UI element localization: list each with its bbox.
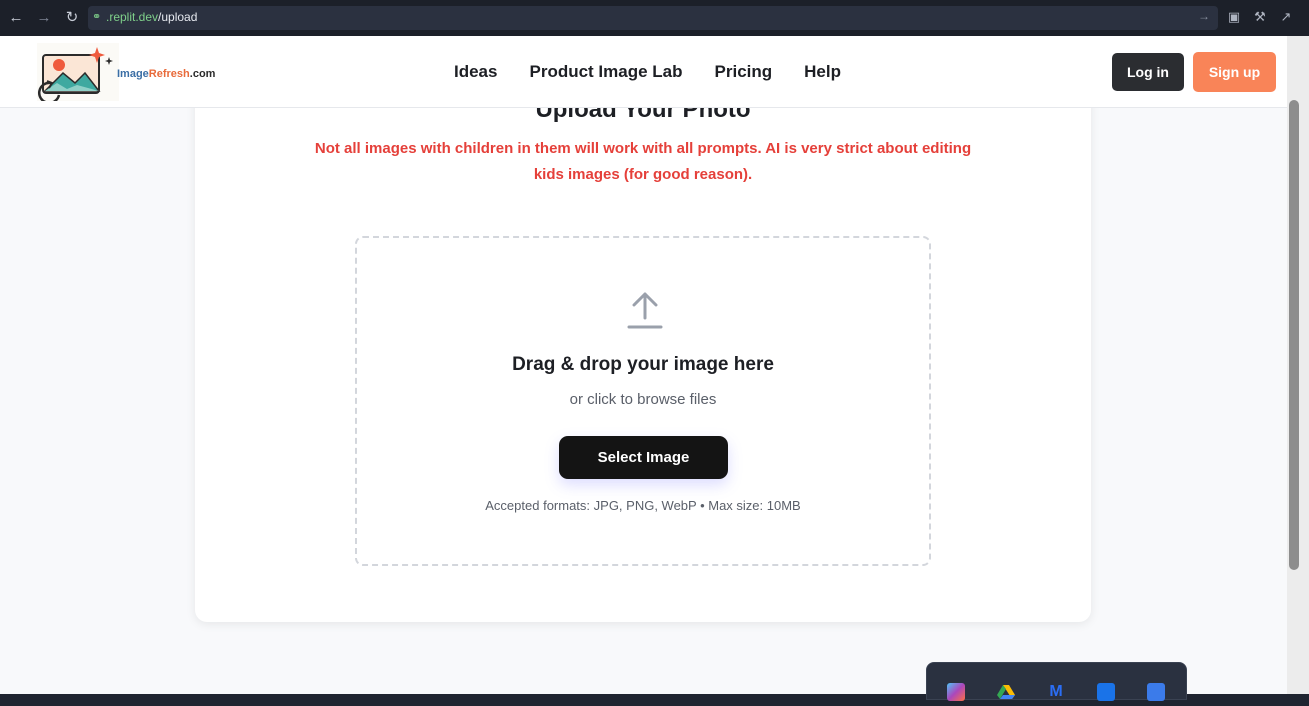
apps-icon[interactable] — [1147, 683, 1165, 701]
logo[interactable]: ImageRefresh.com — [37, 43, 215, 101]
address-bar[interactable]: ⚭ .replit.dev/upload → — [88, 6, 1218, 30]
nav-pricing[interactable]: Pricing — [715, 62, 773, 82]
logo-text: ImageRefresh.com — [117, 68, 216, 80]
dropzone-subtitle: or click to browse files — [569, 391, 717, 408]
dropzone[interactable]: Drag & drop your image here or click to … — [355, 236, 931, 566]
nav-ideas[interactable]: Ideas — [454, 62, 497, 82]
google-drive-icon[interactable] — [997, 683, 1015, 701]
nav-product-image-lab[interactable]: Product Image Lab — [529, 62, 682, 82]
nav-help[interactable]: Help — [804, 62, 841, 82]
back-icon[interactable]: ← — [6, 8, 26, 28]
outlook-icon[interactable] — [1097, 683, 1115, 701]
malwarebytes-icon[interactable]: M — [1047, 683, 1065, 701]
children-warning: Not all images with children in them wil… — [314, 140, 972, 183]
wrench-icon[interactable]: ⚒ — [1252, 9, 1268, 25]
copilot-icon[interactable] — [947, 683, 965, 701]
reload-icon[interactable]: ↻ — [62, 8, 82, 28]
site-header: ImageRefresh.com Ideas Product Image Lab… — [0, 36, 1287, 108]
browser-toolbar: ← → ↻ ⚭ .replit.dev/upload → ▣ ⚒ ↗ — [0, 0, 1309, 36]
dropzone-title: Drag & drop your image here — [512, 354, 774, 375]
url-text: .replit.dev/upload — [106, 10, 198, 24]
upload-icon — [627, 292, 663, 329]
scrollbar-thumb[interactable] — [1289, 100, 1299, 570]
logo-image-icon — [37, 43, 119, 101]
main-nav: Ideas Product Image Lab Pricing Help — [454, 62, 841, 82]
go-arrow-icon[interactable]: → — [1198, 9, 1210, 23]
signup-button[interactable]: Sign up — [1193, 52, 1276, 92]
accepted-formats: Accepted formats: JPG, PNG, WebP • Max s… — [485, 498, 801, 513]
open-external-icon[interactable]: ↗ — [1278, 9, 1294, 25]
taskbar-tray-popup: M — [926, 662, 1187, 701]
upload-card: Upload Your Photo Not all images with ch… — [195, 76, 1091, 622]
login-button[interactable]: Log in — [1112, 53, 1184, 91]
link-icon: ⚭ — [92, 11, 102, 23]
select-image-button[interactable]: Select Image — [559, 436, 728, 479]
devices-icon[interactable]: ▣ — [1226, 9, 1242, 25]
forward-icon[interactable]: → — [34, 8, 54, 28]
scrollbar[interactable] — [1287, 36, 1309, 694]
page-viewport: Upload Your Photo Not all images with ch… — [0, 36, 1287, 694]
